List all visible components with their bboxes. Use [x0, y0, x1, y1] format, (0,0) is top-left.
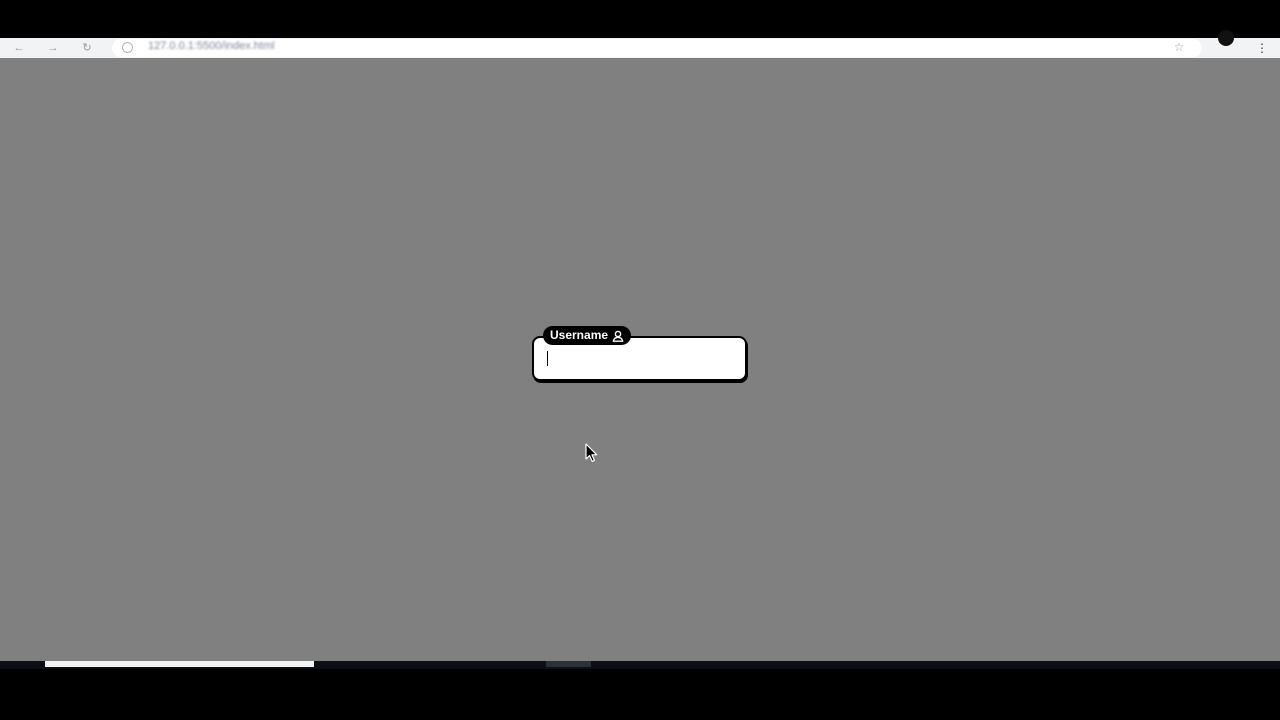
forward-arrow-icon[interactable]: →: [46, 41, 60, 55]
screen: ← → ↻ 127.0.0.1:5500/index.html ☆ ⋮ User…: [0, 0, 1280, 720]
text-caret: [547, 351, 548, 366]
url-text[interactable]: 127.0.0.1:5500/index.html: [148, 39, 275, 57]
star-icon[interactable]: ☆: [1172, 40, 1186, 54]
kebab-menu-icon[interactable]: ⋮: [1256, 41, 1268, 55]
profile-avatar-icon[interactable]: [1218, 30, 1234, 46]
username-label-text: Username: [550, 328, 609, 342]
taskbar-active-item[interactable]: [45, 661, 314, 667]
site-info-icon[interactable]: [122, 42, 133, 53]
mouse-pointer-icon: [585, 443, 598, 462]
reload-icon[interactable]: ↻: [80, 41, 94, 55]
taskbar-strip: [0, 661, 1280, 669]
taskbar-item[interactable]: [546, 661, 591, 667]
user-icon: [612, 330, 624, 342]
page-viewport: Username: [0, 58, 1280, 661]
address-bar[interactable]: 127.0.0.1:5500/index.html: [112, 39, 1202, 57]
username-field-group: Username: [532, 326, 747, 381]
username-label: Username: [543, 326, 632, 345]
browser-toolbar: ← → ↻ 127.0.0.1:5500/index.html ☆ ⋮: [0, 38, 1280, 59]
back-arrow-icon[interactable]: ←: [12, 41, 26, 55]
